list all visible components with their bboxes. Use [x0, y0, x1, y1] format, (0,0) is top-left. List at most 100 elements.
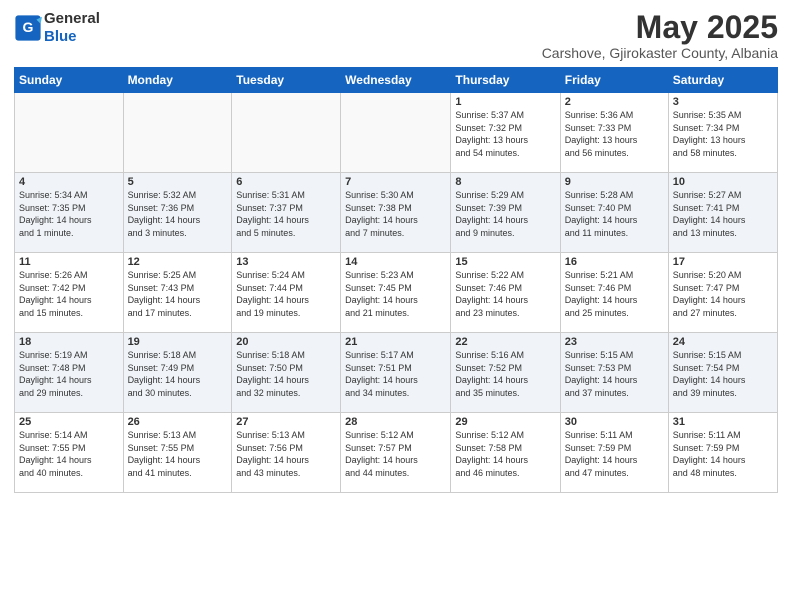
- day-info: Sunrise: 5:12 AM Sunset: 7:57 PM Dayligh…: [345, 429, 446, 479]
- day-number: 28: [345, 416, 446, 428]
- day-info: Sunrise: 5:35 AM Sunset: 7:34 PM Dayligh…: [673, 109, 773, 159]
- calendar-table: Sunday Monday Tuesday Wednesday Thursday…: [14, 67, 778, 493]
- day-info: Sunrise: 5:34 AM Sunset: 7:35 PM Dayligh…: [19, 189, 119, 239]
- calendar-cell: 23Sunrise: 5:15 AM Sunset: 7:53 PM Dayli…: [560, 333, 668, 413]
- calendar-cell: 21Sunrise: 5:17 AM Sunset: 7:51 PM Dayli…: [341, 333, 451, 413]
- day-info: Sunrise: 5:13 AM Sunset: 7:56 PM Dayligh…: [236, 429, 336, 479]
- day-info: Sunrise: 5:21 AM Sunset: 7:46 PM Dayligh…: [565, 269, 664, 319]
- page-container: G General Blue May 2025 Carshove, Gjirok…: [0, 0, 792, 503]
- day-info: Sunrise: 5:18 AM Sunset: 7:50 PM Dayligh…: [236, 349, 336, 399]
- day-number: 8: [455, 176, 555, 188]
- day-number: 12: [128, 256, 228, 268]
- col-tuesday: Tuesday: [232, 68, 341, 93]
- day-number: 3: [673, 96, 773, 108]
- day-number: 25: [19, 416, 119, 428]
- day-info: Sunrise: 5:36 AM Sunset: 7:33 PM Dayligh…: [565, 109, 664, 159]
- day-number: 14: [345, 256, 446, 268]
- calendar-cell: 17Sunrise: 5:20 AM Sunset: 7:47 PM Dayli…: [668, 253, 777, 333]
- calendar-week-5: 25Sunrise: 5:14 AM Sunset: 7:55 PM Dayli…: [15, 413, 778, 493]
- calendar-cell: 3Sunrise: 5:35 AM Sunset: 7:34 PM Daylig…: [668, 93, 777, 173]
- calendar-cell: 22Sunrise: 5:16 AM Sunset: 7:52 PM Dayli…: [451, 333, 560, 413]
- col-sunday: Sunday: [15, 68, 124, 93]
- day-info: Sunrise: 5:12 AM Sunset: 7:58 PM Dayligh…: [455, 429, 555, 479]
- day-number: 21: [345, 336, 446, 348]
- calendar-cell: 7Sunrise: 5:30 AM Sunset: 7:38 PM Daylig…: [341, 173, 451, 253]
- day-info: Sunrise: 5:16 AM Sunset: 7:52 PM Dayligh…: [455, 349, 555, 399]
- logo-general: General: [44, 10, 100, 27]
- day-info: Sunrise: 5:31 AM Sunset: 7:37 PM Dayligh…: [236, 189, 336, 239]
- calendar-cell: [123, 93, 232, 173]
- day-info: Sunrise: 5:13 AM Sunset: 7:55 PM Dayligh…: [128, 429, 228, 479]
- day-info: Sunrise: 5:32 AM Sunset: 7:36 PM Dayligh…: [128, 189, 228, 239]
- calendar-cell: 28Sunrise: 5:12 AM Sunset: 7:57 PM Dayli…: [341, 413, 451, 493]
- day-number: 15: [455, 256, 555, 268]
- day-number: 22: [455, 336, 555, 348]
- day-info: Sunrise: 5:14 AM Sunset: 7:55 PM Dayligh…: [19, 429, 119, 479]
- calendar-cell: 29Sunrise: 5:12 AM Sunset: 7:58 PM Dayli…: [451, 413, 560, 493]
- calendar-cell: 1Sunrise: 5:37 AM Sunset: 7:32 PM Daylig…: [451, 93, 560, 173]
- col-friday: Friday: [560, 68, 668, 93]
- day-number: 13: [236, 256, 336, 268]
- day-info: Sunrise: 5:11 AM Sunset: 7:59 PM Dayligh…: [565, 429, 664, 479]
- day-info: Sunrise: 5:18 AM Sunset: 7:49 PM Dayligh…: [128, 349, 228, 399]
- day-info: Sunrise: 5:15 AM Sunset: 7:54 PM Dayligh…: [673, 349, 773, 399]
- col-saturday: Saturday: [668, 68, 777, 93]
- header-row: Sunday Monday Tuesday Wednesday Thursday…: [15, 68, 778, 93]
- day-info: Sunrise: 5:17 AM Sunset: 7:51 PM Dayligh…: [345, 349, 446, 399]
- day-info: Sunrise: 5:30 AM Sunset: 7:38 PM Dayligh…: [345, 189, 446, 239]
- calendar-cell: 16Sunrise: 5:21 AM Sunset: 7:46 PM Dayli…: [560, 253, 668, 333]
- day-info: Sunrise: 5:23 AM Sunset: 7:45 PM Dayligh…: [345, 269, 446, 319]
- calendar-cell: 14Sunrise: 5:23 AM Sunset: 7:45 PM Dayli…: [341, 253, 451, 333]
- col-monday: Monday: [123, 68, 232, 93]
- calendar-cell: 26Sunrise: 5:13 AM Sunset: 7:55 PM Dayli…: [123, 413, 232, 493]
- calendar-cell: 2Sunrise: 5:36 AM Sunset: 7:33 PM Daylig…: [560, 93, 668, 173]
- day-info: Sunrise: 5:28 AM Sunset: 7:40 PM Dayligh…: [565, 189, 664, 239]
- calendar-week-1: 1Sunrise: 5:37 AM Sunset: 7:32 PM Daylig…: [15, 93, 778, 173]
- day-number: 29: [455, 416, 555, 428]
- day-info: Sunrise: 5:19 AM Sunset: 7:48 PM Dayligh…: [19, 349, 119, 399]
- calendar-cell: 13Sunrise: 5:24 AM Sunset: 7:44 PM Dayli…: [232, 253, 341, 333]
- day-number: 30: [565, 416, 664, 428]
- day-info: Sunrise: 5:22 AM Sunset: 7:46 PM Dayligh…: [455, 269, 555, 319]
- day-info: Sunrise: 5:24 AM Sunset: 7:44 PM Dayligh…: [236, 269, 336, 319]
- day-number: 9: [565, 176, 664, 188]
- day-info: Sunrise: 5:15 AM Sunset: 7:53 PM Dayligh…: [565, 349, 664, 399]
- day-number: 5: [128, 176, 228, 188]
- day-info: Sunrise: 5:37 AM Sunset: 7:32 PM Dayligh…: [455, 109, 555, 159]
- day-number: 17: [673, 256, 773, 268]
- day-number: 2: [565, 96, 664, 108]
- calendar-cell: 20Sunrise: 5:18 AM Sunset: 7:50 PM Dayli…: [232, 333, 341, 413]
- day-info: Sunrise: 5:26 AM Sunset: 7:42 PM Dayligh…: [19, 269, 119, 319]
- calendar-cell: 10Sunrise: 5:27 AM Sunset: 7:41 PM Dayli…: [668, 173, 777, 253]
- day-info: Sunrise: 5:11 AM Sunset: 7:59 PM Dayligh…: [673, 429, 773, 479]
- calendar-cell: [341, 93, 451, 173]
- day-number: 10: [673, 176, 773, 188]
- day-number: 16: [565, 256, 664, 268]
- day-info: Sunrise: 5:20 AM Sunset: 7:47 PM Dayligh…: [673, 269, 773, 319]
- day-info: Sunrise: 5:27 AM Sunset: 7:41 PM Dayligh…: [673, 189, 773, 239]
- calendar-week-2: 4Sunrise: 5:34 AM Sunset: 7:35 PM Daylig…: [15, 173, 778, 253]
- col-wednesday: Wednesday: [341, 68, 451, 93]
- day-info: Sunrise: 5:25 AM Sunset: 7:43 PM Dayligh…: [128, 269, 228, 319]
- calendar-cell: 27Sunrise: 5:13 AM Sunset: 7:56 PM Dayli…: [232, 413, 341, 493]
- calendar-cell: 11Sunrise: 5:26 AM Sunset: 7:42 PM Dayli…: [15, 253, 124, 333]
- day-number: 24: [673, 336, 773, 348]
- calendar-cell: 18Sunrise: 5:19 AM Sunset: 7:48 PM Dayli…: [15, 333, 124, 413]
- col-thursday: Thursday: [451, 68, 560, 93]
- calendar-cell: 12Sunrise: 5:25 AM Sunset: 7:43 PM Dayli…: [123, 253, 232, 333]
- calendar-cell: 4Sunrise: 5:34 AM Sunset: 7:35 PM Daylig…: [15, 173, 124, 253]
- calendar-cell: 31Sunrise: 5:11 AM Sunset: 7:59 PM Dayli…: [668, 413, 777, 493]
- header: G General Blue May 2025 Carshove, Gjirok…: [14, 10, 778, 61]
- calendar-cell: [15, 93, 124, 173]
- logo-blue: Blue: [44, 28, 77, 45]
- day-number: 26: [128, 416, 228, 428]
- day-number: 1: [455, 96, 555, 108]
- calendar-cell: 6Sunrise: 5:31 AM Sunset: 7:37 PM Daylig…: [232, 173, 341, 253]
- calendar-cell: 8Sunrise: 5:29 AM Sunset: 7:39 PM Daylig…: [451, 173, 560, 253]
- day-number: 11: [19, 256, 119, 268]
- day-number: 6: [236, 176, 336, 188]
- day-number: 23: [565, 336, 664, 348]
- calendar-cell: [232, 93, 341, 173]
- calendar-cell: 19Sunrise: 5:18 AM Sunset: 7:49 PM Dayli…: [123, 333, 232, 413]
- calendar-body: 1Sunrise: 5:37 AM Sunset: 7:32 PM Daylig…: [15, 93, 778, 493]
